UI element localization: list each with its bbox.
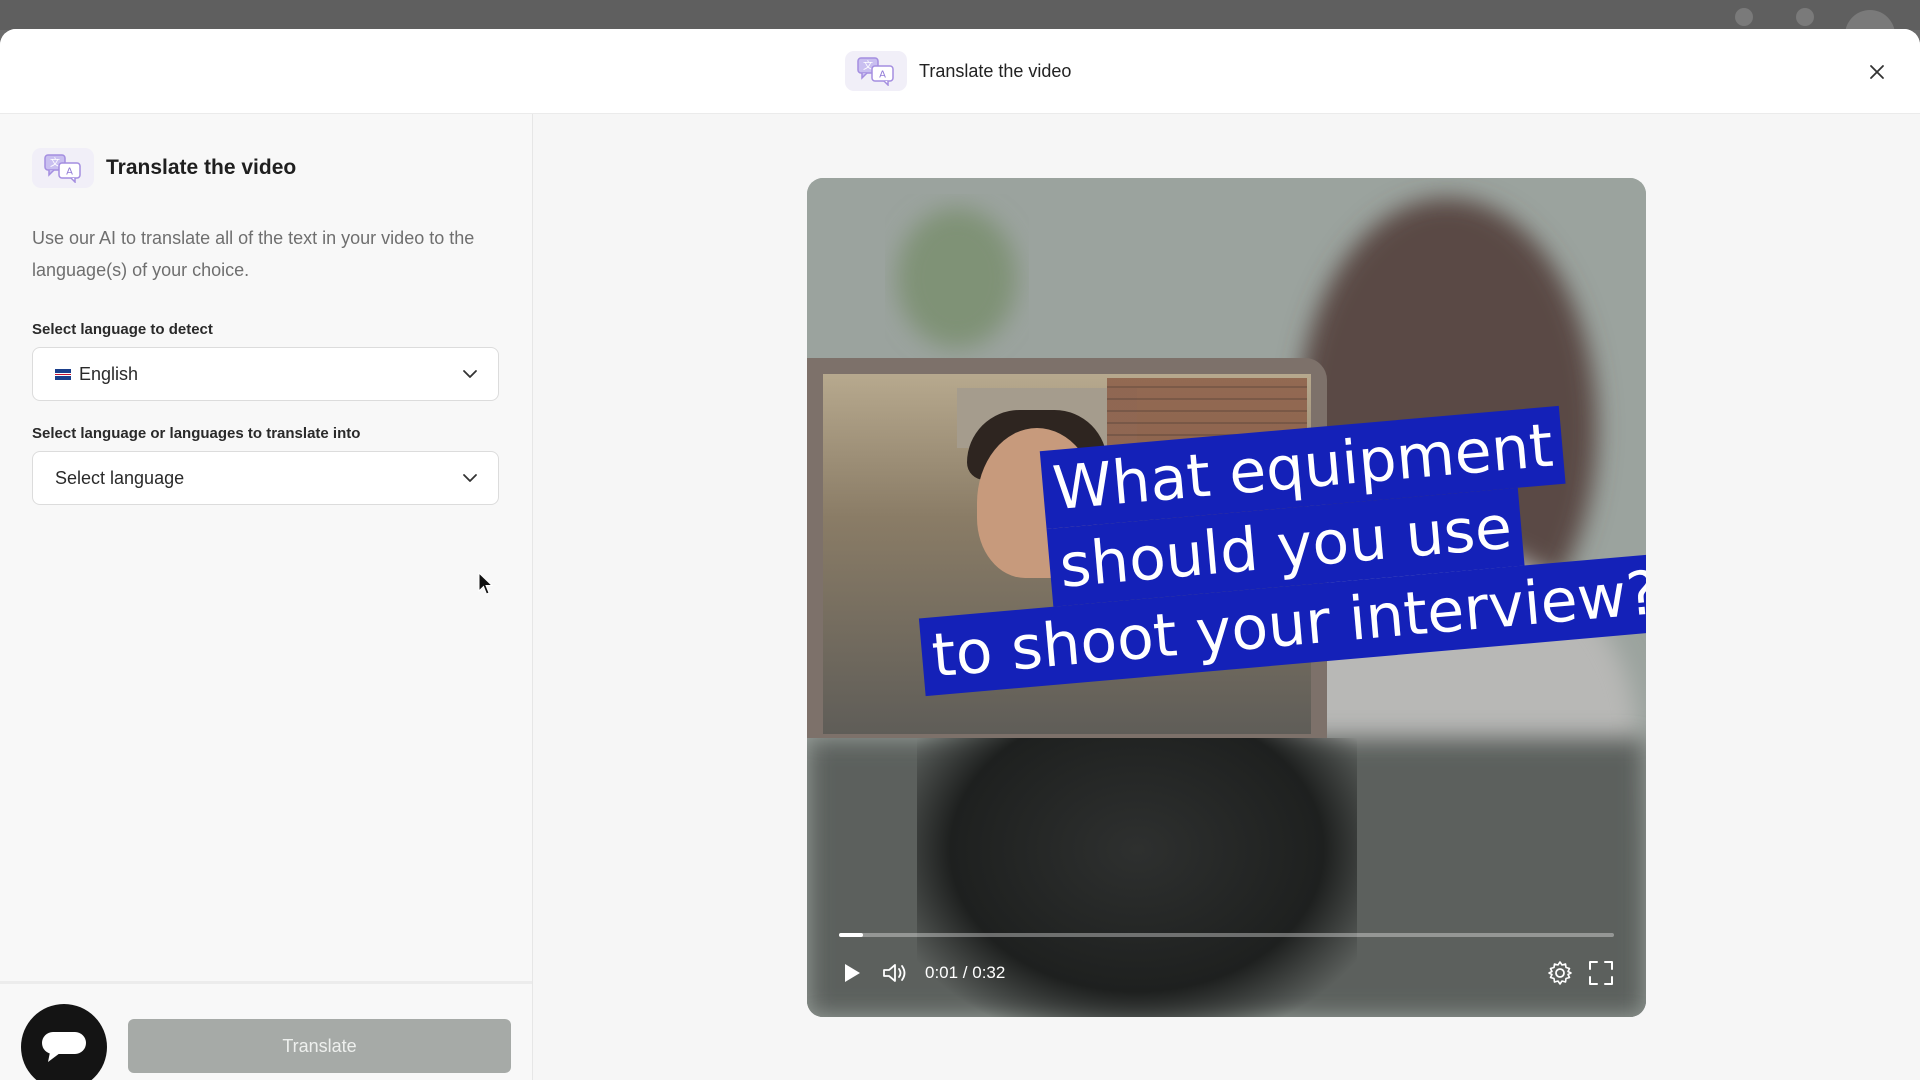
video-controls: 0:01 / 0:32 [839, 953, 1614, 993]
settings-panel: 文 A Translate the video Use our AI to tr… [0, 114, 533, 1080]
video-progress-fill [839, 933, 864, 937]
translate-modal: 文 A Translate the video 文 A Translate th… [0, 29, 1920, 1080]
settings-icon [1548, 961, 1572, 985]
svg-text:A: A [879, 70, 886, 81]
close-button[interactable] [1862, 57, 1892, 87]
settings-button[interactable] [1546, 959, 1574, 987]
top-bar-icon [1796, 8, 1814, 26]
video-player[interactable]: What equipment should you use to shoot y… [807, 178, 1646, 1017]
modal-header-title-group: 文 A Translate the video [845, 51, 1071, 91]
translate-icon: 文 A [845, 51, 907, 91]
detect-language-select[interactable]: English [32, 347, 499, 401]
browser-top-bar [0, 0, 1920, 60]
panel-title: Translate the video [106, 156, 297, 179]
detect-language-text: English [79, 363, 139, 384]
fullscreen-button[interactable] [1588, 960, 1614, 986]
chat-icon [42, 1032, 86, 1062]
panel-description: Use our AI to translate all of the text … [32, 228, 475, 280]
chevron-down-icon [463, 370, 477, 378]
detect-language-label: Select language to detect [32, 321, 213, 338]
video-time-display: 0:01 / 0:32 [925, 963, 1006, 982]
translate-button[interactable]: Translate [128, 1019, 511, 1073]
svg-text:A: A [66, 167, 73, 178]
chevron-down-icon [463, 474, 477, 482]
translate-language-label: Select language or languages to translat… [32, 425, 361, 442]
modal-header: 文 A Translate the video [0, 29, 1920, 114]
fullscreen-icon [1589, 961, 1613, 985]
translate-language-select[interactable]: Select language [32, 451, 499, 505]
detect-language-value: English [55, 364, 462, 385]
mouse-cursor-icon [478, 572, 494, 595]
chat-support-button[interactable] [21, 1004, 107, 1080]
play-button[interactable] [839, 961, 863, 985]
panel-header: 文 A Translate the video [32, 148, 296, 188]
close-icon [1870, 65, 1884, 79]
volume-icon [883, 964, 906, 982]
modal-title: Translate the video [919, 60, 1072, 81]
volume-button[interactable] [881, 961, 911, 985]
video-progress-bar[interactable] [839, 933, 1614, 937]
translate-icon: 文 A [32, 148, 94, 188]
panel-footer-divider [0, 981, 532, 984]
uk-flag-icon [55, 368, 71, 380]
preview-area: What equipment should you use to shoot y… [533, 114, 1920, 1080]
translate-language-placeholder: Select language [55, 467, 185, 488]
play-icon [845, 964, 860, 982]
top-bar-icon [1735, 8, 1753, 26]
